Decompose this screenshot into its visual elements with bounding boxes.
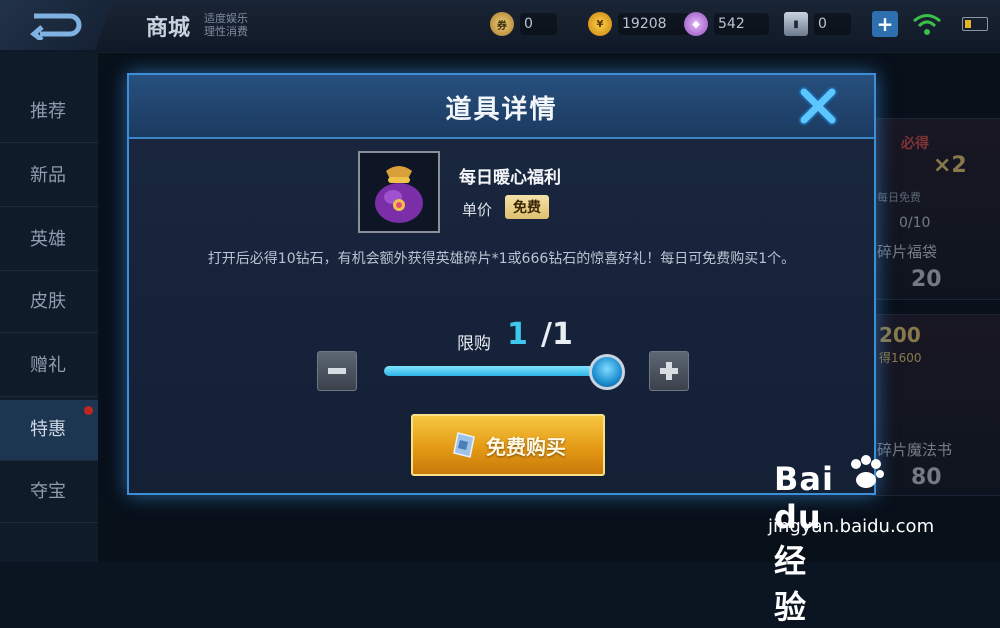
currency-voucher-value: 0 xyxy=(520,13,557,35)
sidebar-item-heroes[interactable]: 英雄 xyxy=(0,210,98,271)
quantity-slider-handle[interactable] xyxy=(589,354,625,390)
category-sidebar: 推荐 新品 英雄 皮肤 赠礼 特惠 夺宝 xyxy=(0,52,98,562)
crystal-icon: ▮ xyxy=(784,12,808,36)
gold-coin-icon: ¥ xyxy=(588,12,612,36)
currency-voucher[interactable]: 券 0 xyxy=(490,11,557,37)
buy-button-label: 免费购买 xyxy=(486,434,566,459)
shop-sub-line2: 理性消费 xyxy=(204,25,248,38)
battery-icon xyxy=(962,17,988,31)
back-arrow-icon xyxy=(30,13,82,40)
voucher-icon: 券 xyxy=(490,12,514,36)
back-button[interactable] xyxy=(0,0,112,50)
sidebar-item-treasure[interactable]: 夺宝 xyxy=(0,462,98,523)
decrease-quantity-button[interactable] xyxy=(317,351,357,391)
paw-logo-icon xyxy=(851,455,884,488)
quantity-slider-fill xyxy=(384,366,604,376)
notification-dot xyxy=(84,406,93,415)
shop-subtitle: 适度娱乐 理性消费 xyxy=(204,12,248,38)
dialog-header: 道具详情 xyxy=(129,75,874,139)
currency-diamond-value: 542 xyxy=(714,13,769,35)
dialog-title: 道具详情 xyxy=(445,95,558,125)
free-purchase-button[interactable]: 免费购买 xyxy=(411,414,605,476)
purchase-limit-current: 1 xyxy=(507,317,528,352)
plus-icon xyxy=(660,362,678,380)
watermark-url: jingyan.baidu.com xyxy=(768,516,935,537)
sidebar-item-recommend[interactable]: 推荐 xyxy=(0,82,98,143)
unit-price-label: 单价 xyxy=(462,201,493,219)
purple-gift-bag-icon xyxy=(375,166,423,223)
sidebar-item-gifts[interactable]: 赠礼 xyxy=(0,336,98,397)
voucher-ticket-icon xyxy=(453,432,475,458)
currency-gold[interactable]: ¥ 19208 xyxy=(588,11,691,37)
currency-crystal-value: 0 xyxy=(814,13,851,35)
item-description: 打开后必得10钻石，有机会额外获得英雄碎片*1或666钻石的惊喜好礼！每日可免费… xyxy=(207,251,796,267)
minus-icon xyxy=(328,368,346,374)
close-button[interactable] xyxy=(793,81,843,131)
wifi-icon xyxy=(913,14,941,35)
close-icon xyxy=(798,86,838,126)
recharge-plus-button[interactable]: + xyxy=(872,11,898,37)
watermark-brand: Bai du 经验 xyxy=(774,460,834,626)
increase-quantity-button[interactable] xyxy=(649,351,689,391)
top-bar: 商城 适度娱乐 理性消费 券 0 ¥ 19208 ◆ 542 ▮ 0 + xyxy=(0,0,1000,53)
currency-diamond[interactable]: ◆ 542 xyxy=(684,11,769,37)
purchase-limit-total: /1 xyxy=(541,317,573,352)
sidebar-item-new[interactable]: 新品 xyxy=(0,146,98,207)
diamond-icon: ◆ xyxy=(684,12,708,36)
shop-sub-line1: 适度娱乐 xyxy=(204,12,248,25)
item-detail-dialog: 道具详情 每日暖心福利 单价 免费 打开后必得10钻石，有机会额外获得英雄碎片*… xyxy=(127,73,876,495)
item-icon-frame xyxy=(358,151,440,233)
quantity-slider-track[interactable] xyxy=(384,366,604,376)
sidebar-item-skins[interactable]: 皮肤 xyxy=(0,272,98,333)
item-name: 每日暖心福利 xyxy=(459,168,561,188)
price-free-badge: 免费 xyxy=(505,195,549,219)
currency-gold-value: 19208 xyxy=(618,13,691,35)
purchase-limit-label: 限购 xyxy=(457,334,491,354)
shop-title: 商城 xyxy=(146,16,191,41)
currency-crystal[interactable]: ▮ 0 xyxy=(784,11,851,37)
